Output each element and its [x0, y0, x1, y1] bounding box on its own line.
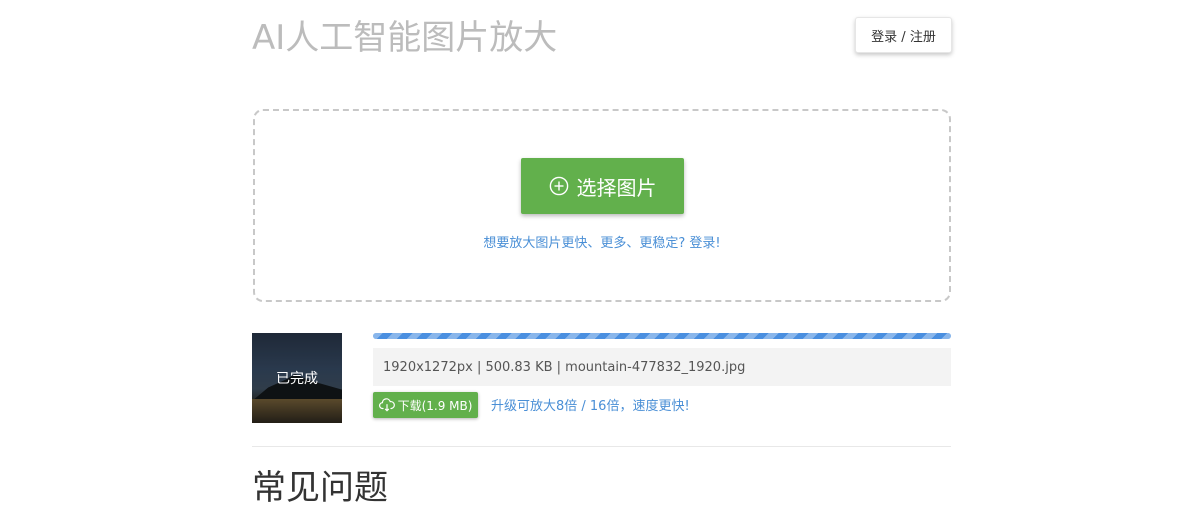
page: AI人工智能图片放大 登录 / 注册 选择图片 想要放大图片更快、更多、更稳定?…	[0, 0, 1201, 522]
image-thumbnail: 已完成	[252, 333, 342, 423]
site-title: AI人工智能图片放大	[252, 18, 558, 58]
upgrade-link[interactable]: 升级可放大8倍 / 16倍，速度更快!	[491, 395, 690, 414]
download-label: 下载(1.9 MB)	[397, 398, 473, 413]
section-divider	[252, 446, 951, 447]
faq-title: 常见问题	[252, 468, 388, 508]
upload-drop-zone[interactable]: 选择图片 想要放大图片更快、更多、更稳定? 登录!	[253, 109, 951, 302]
cloud-download-icon	[378, 398, 395, 412]
login-register-button[interactable]: 登录 / 注册	[855, 17, 952, 53]
file-info-text: 1920x1272px | 500.83 KB | mountain-47783…	[383, 359, 746, 375]
file-info: 1920x1272px | 500.83 KB | mountain-47783…	[373, 348, 951, 386]
progress-bar	[373, 333, 951, 339]
plus-circle-icon	[549, 176, 569, 196]
progress-fill	[373, 333, 951, 339]
select-image-label: 选择图片	[576, 175, 657, 200]
login-hint-link[interactable]: 想要放大图片更快、更多、更稳定? 登录!	[255, 232, 949, 251]
select-image-button[interactable]: 选择图片	[521, 158, 684, 214]
download-button[interactable]: 下载(1.9 MB)	[373, 392, 478, 418]
status-label: 已完成	[276, 371, 318, 387]
